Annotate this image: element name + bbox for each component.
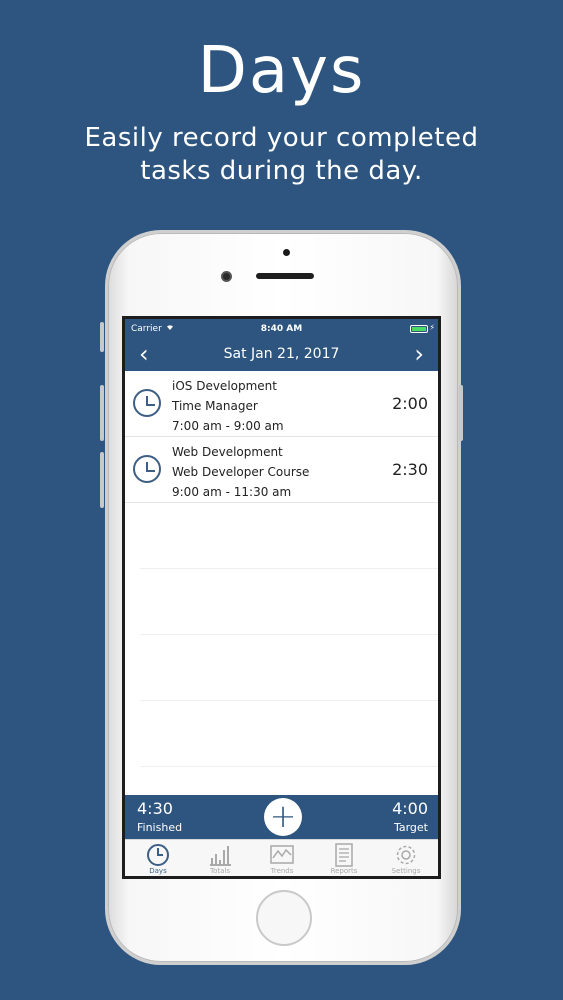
battery-icon <box>410 325 428 333</box>
earpiece-speaker <box>256 273 314 279</box>
hero-subtitle-line1: Easily record your completed <box>84 123 479 153</box>
entry-details: iOS Development Time Manager 7:00 am - 9… <box>172 376 284 436</box>
entry-project: iOS Development <box>172 379 277 393</box>
empty-row <box>140 635 438 701</box>
document-icon <box>313 842 375 868</box>
target-value: 4:00 <box>392 799 428 818</box>
entry-time-range: 7:00 am - 9:00 am <box>172 419 284 433</box>
tab-settings-label: Settings <box>391 867 421 875</box>
tab-trends[interactable]: Trends <box>251 842 313 876</box>
next-day-button[interactable]: › <box>414 341 424 367</box>
entry-duration: 2:00 <box>392 394 428 413</box>
entry-task: Time Manager <box>172 399 258 413</box>
finished-label: Finished <box>137 821 183 834</box>
clock-icon <box>133 455 161 483</box>
finished-value: 4:30 <box>137 799 173 818</box>
front-camera <box>221 271 232 282</box>
target-label: Target <box>393 821 428 834</box>
tab-reports-label: Reports <box>330 867 358 875</box>
tab-reports[interactable]: Reports <box>313 842 375 876</box>
charging-icon: ⚡ <box>429 323 435 332</box>
entry-time-range: 9:00 am - 11:30 am <box>172 485 292 499</box>
nav-bar: ‹ Sat Jan 21, 2017 › <box>125 339 438 371</box>
tab-totals[interactable]: Totals <box>189 842 251 876</box>
list-item[interactable]: iOS Development Time Manager 7:00 am - 9… <box>125 371 438 437</box>
tab-days-label: Days <box>149 867 167 875</box>
clock-icon <box>127 842 189 868</box>
tab-trends-label: Trends <box>270 867 294 875</box>
entry-details: Web Development Web Developer Course 9:0… <box>172 442 309 502</box>
volume-up-button <box>100 385 104 441</box>
status-bar: Carrier 8:40 AM ⚡ <box>125 319 438 339</box>
list-item[interactable]: Web Development Web Developer Course 9:0… <box>125 437 438 503</box>
empty-row <box>140 569 438 635</box>
app-screen: Carrier 8:40 AM ⚡ ‹ Sat Jan 21, 2017 › i… <box>122 316 441 879</box>
home-button[interactable] <box>256 890 312 946</box>
entry-list: iOS Development Time Manager 7:00 am - 9… <box>125 371 438 767</box>
empty-row <box>140 701 438 767</box>
add-entry-button[interactable]: + <box>264 798 302 836</box>
tab-days[interactable]: Days <box>127 842 189 876</box>
entry-task: Web Developer Course <box>172 465 310 479</box>
tab-totals-label: Totals <box>210 867 230 875</box>
mute-switch <box>100 322 104 352</box>
gear-icon <box>375 842 437 868</box>
hero-title: Days <box>197 34 366 108</box>
entry-project: Web Development <box>172 445 283 459</box>
bar-chart-icon <box>189 842 251 868</box>
hero-subtitle: Easily record your completed tasks durin… <box>0 122 563 188</box>
hero-subtitle-line2: tasks during the day. <box>140 156 423 186</box>
status-time: 8:40 AM <box>260 324 303 334</box>
entry-duration: 2:30 <box>392 460 428 479</box>
empty-row <box>140 503 438 569</box>
volume-down-button <box>100 452 104 508</box>
tab-bar: Days Totals Trends Reports Settings <box>125 839 438 876</box>
proximity-sensor <box>283 249 290 256</box>
power-button <box>459 385 463 441</box>
tab-settings[interactable]: Settings <box>375 842 437 876</box>
clock-icon <box>133 389 161 417</box>
summary-bar: 4:30 Finished + 4:00 Target <box>125 795 438 839</box>
nav-date-title: Sat Jan 21, 2017 <box>223 346 340 362</box>
line-chart-icon <box>251 842 313 868</box>
